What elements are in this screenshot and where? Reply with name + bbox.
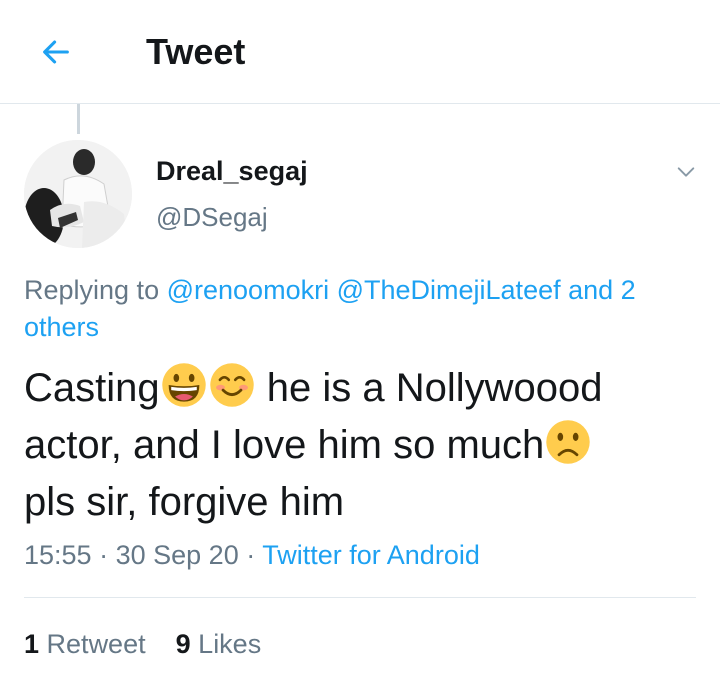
likes-stat[interactable]: 9 Likes — [176, 629, 262, 659]
arrow-left-icon — [43, 40, 69, 64]
replying-to: Replying to @renoomokri @TheDimejiLateef… — [24, 272, 704, 346]
tweet-text-line: actor, and I love him so much — [24, 417, 704, 474]
tweet-metadata: 15:55 · 30 Sep 20 · Twitter for Android — [24, 536, 480, 574]
frowning-face-emoji-icon — [546, 420, 590, 464]
mention-link[interactable]: @renoomokri — [167, 275, 329, 305]
like-label: Likes — [198, 629, 262, 659]
divider — [24, 597, 696, 598]
mention-others-link[interactable]: others — [24, 312, 99, 342]
tweet-time: 15:55 — [24, 540, 92, 570]
smiling-face-emoji-icon — [209, 363, 254, 407]
page-title: Tweet — [146, 31, 246, 72]
top-bar: Tweet — [0, 0, 720, 104]
tweet-date: 30 Sep 20 — [115, 540, 239, 570]
avatar[interactable] — [24, 140, 132, 248]
back-button[interactable] — [34, 30, 78, 74]
tweet-text-segment: actor, and I love him so much — [24, 423, 545, 467]
replying-to-label: Replying to — [24, 275, 160, 305]
avatar-photo — [24, 140, 132, 248]
separator-dot: · — [246, 540, 256, 570]
author-handle[interactable]: @DSegaj — [156, 200, 268, 234]
tweet-text-line: Casting he is a Nollywoood — [24, 360, 704, 417]
author-name[interactable]: Dreal_segaj — [156, 154, 308, 188]
tweet-source-link[interactable]: Twitter for Android — [262, 540, 480, 570]
thread-connector-line — [77, 104, 80, 134]
more-options-button[interactable] — [670, 156, 702, 188]
mention-others-link[interactable]: and 2 — [568, 275, 636, 305]
engagement-stats: 1 Retweet 9 Likes — [24, 626, 261, 662]
tweet-text: Casting he is a Nollywoood actor, and I … — [24, 360, 704, 531]
mention-link[interactable]: @TheDimejiLateef — [337, 275, 561, 305]
like-count: 9 — [175, 629, 191, 659]
tweet-text-segment: he is a Nollywoood — [266, 366, 603, 410]
grinning-face-emoji-icon — [161, 363, 206, 407]
retweet-label: Retweet — [46, 629, 146, 659]
tweet-text-segment: Casting — [24, 366, 160, 410]
separator-dot: · — [99, 540, 109, 570]
retweet-count: 1 — [24, 629, 40, 659]
tweet-text-line: pls sir, forgive him — [24, 480, 345, 524]
chevron-down-icon — [677, 167, 695, 177]
retweets-stat[interactable]: 1 Retweet — [24, 629, 146, 659]
